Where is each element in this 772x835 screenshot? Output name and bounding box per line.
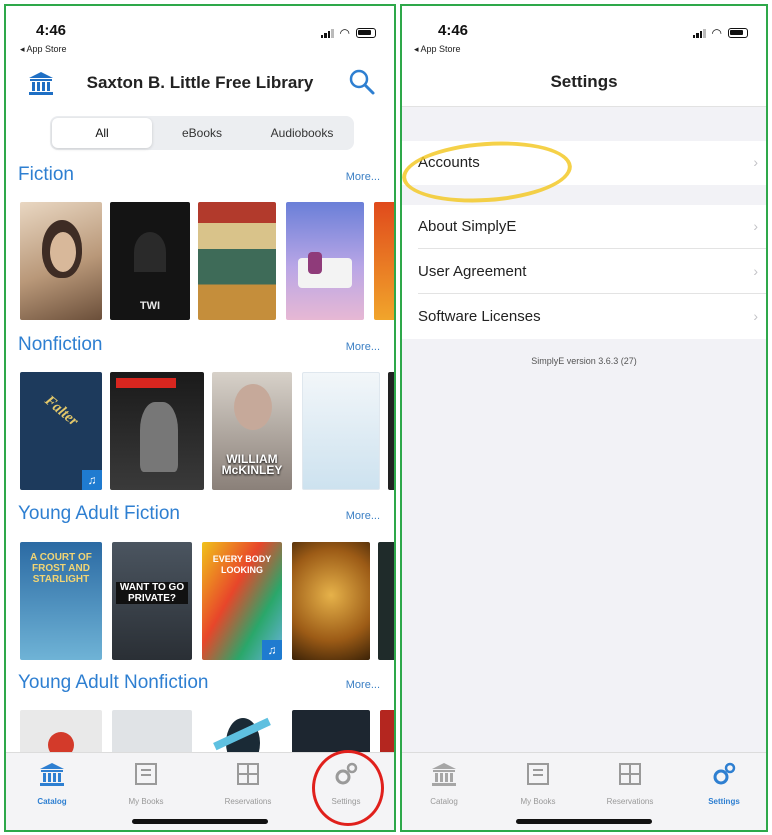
tab-reservations[interactable]: Reservations [590,761,670,806]
row-label: User Agreement [418,263,527,280]
tab-catalog[interactable]: Catalog [12,761,92,806]
lane-header-ya-nonfiction: Young Adult Nonfiction More... [18,672,380,698]
lane-header-fiction: Fiction More... [18,164,380,190]
status-time: 4:46 [36,22,67,39]
book-cover[interactable]: EVERY BODY LOOKING ♫ [202,542,282,660]
filter-ebooks[interactable]: eBooks [152,118,252,148]
settings-footer-area [402,339,766,759]
settings-gear-icon [713,762,736,785]
tab-label: Reservations [606,797,654,806]
book-cover[interactable] [388,372,394,490]
settings-row-software-licenses[interactable]: Software Licenses › [402,295,766,339]
book-cover[interactable] [374,202,394,320]
book-cover[interactable]: A COURT OF FROST AND STARLIGHT [20,542,102,660]
headphones-icon: ♫ [82,470,102,490]
tab-label: Catalog [37,797,67,806]
chevron-right-icon: › [753,263,758,279]
book-cover[interactable]: Falter ♫ [20,372,102,490]
tab-bar: Catalog My Books Reservations Settings [402,752,766,830]
tab-label: Catalog [430,797,458,806]
book-cover[interactable] [302,372,380,490]
home-indicator[interactable] [132,819,268,824]
settings-row-user-agreement[interactable]: User Agreement › [402,250,766,294]
more-link[interactable]: More... [346,171,380,183]
lane-title: Fiction [18,164,74,185]
lane-header-ya-fiction: Young Adult Fiction More... [18,503,380,529]
chevron-right-icon: › [753,154,758,170]
mybooks-icon [527,763,549,785]
book-cover[interactable] [292,542,370,660]
filter-audiobooks[interactable]: Audiobooks [252,118,352,148]
version-text: SimplyE version 3.6.3 (27) [531,356,637,366]
tab-label: Settings [708,797,740,806]
chevron-right-icon: › [753,308,758,324]
tab-my-books[interactable]: My Books [106,761,186,806]
wifi-icon: ◠ [711,26,722,40]
lane-fiction: TWI [20,202,394,322]
row-label: About SimplyE [418,218,517,235]
filter-all[interactable]: All [52,118,152,148]
headphones-icon: ♫ [262,640,282,660]
library-title: Saxton B. Little Free Library [86,73,314,92]
reservations-icon [237,763,259,785]
lane-title: Young Adult Nonfiction [18,672,209,693]
settings-highlight-circle [312,750,384,826]
lane-nonfiction: Falter ♫ WILLIAM McKINLEY [20,372,394,492]
tab-label: My Books [128,797,164,806]
catalog-icon [40,763,64,786]
lane-ya-fiction: A COURT OF FROST AND STARLIGHT WANT TO G… [20,542,394,662]
back-to-app-store[interactable]: ◂ App Store [20,44,67,55]
chevron-right-icon: › [753,218,758,234]
back-to-app-store[interactable]: ◂ App Store [414,44,461,55]
status-icons: ◠ [692,26,748,40]
book-cover[interactable] [110,372,204,490]
book-cover[interactable] [378,542,394,660]
tab-my-books[interactable]: My Books [498,761,578,806]
row-label: Software Licenses [418,308,541,325]
book-cover[interactable]: WANT TO GO PRIVATE? [112,542,192,660]
book-cover[interactable] [198,202,276,320]
reservations-icon [619,763,641,785]
tab-label: My Books [520,797,556,806]
format-filter: All eBooks Audiobooks [50,116,354,150]
signal-icon [320,28,334,38]
book-cover[interactable]: WILLIAM McKINLEY [212,372,292,490]
more-link[interactable]: More... [346,510,380,522]
book-cover[interactable] [286,202,364,320]
battery-icon [356,28,376,38]
settings-screen: 4:46 ◂ App Store ◠ Settings Accounts › A… [400,4,768,832]
divider [418,248,766,249]
status-icons: ◠ [320,26,376,40]
divider [418,293,766,294]
tab-reservations[interactable]: Reservations [208,761,288,806]
lane-header-nonfiction: Nonfiction More... [18,334,380,360]
more-link[interactable]: More... [346,341,380,353]
page-title: Settings [550,72,618,91]
battery-icon [728,28,748,38]
book-cover[interactable] [20,202,102,320]
lane-title: Young Adult Fiction [18,503,180,524]
wifi-icon: ◠ [339,26,350,40]
home-indicator[interactable] [516,819,652,824]
mybooks-icon [135,763,157,785]
tab-settings[interactable]: Settings [684,761,764,806]
lane-title: Nonfiction [18,334,103,355]
signal-icon [692,28,706,38]
settings-row-about[interactable]: About SimplyE › [402,205,766,249]
book-cover[interactable]: TWI [110,202,190,320]
group-spacer [402,107,766,141]
catalog-icon [432,763,456,786]
tab-catalog[interactable]: Catalog [404,761,484,806]
catalog-screen: 4:46 ◂ App Store ◠ Saxton B. Little Free… [4,4,396,832]
library-header: Saxton B. Little Free Library [6,62,394,102]
search-icon[interactable] [348,68,376,96]
more-link[interactable]: More... [346,679,380,691]
tab-label: Reservations [224,797,272,806]
status-time: 4:46 [438,22,469,39]
